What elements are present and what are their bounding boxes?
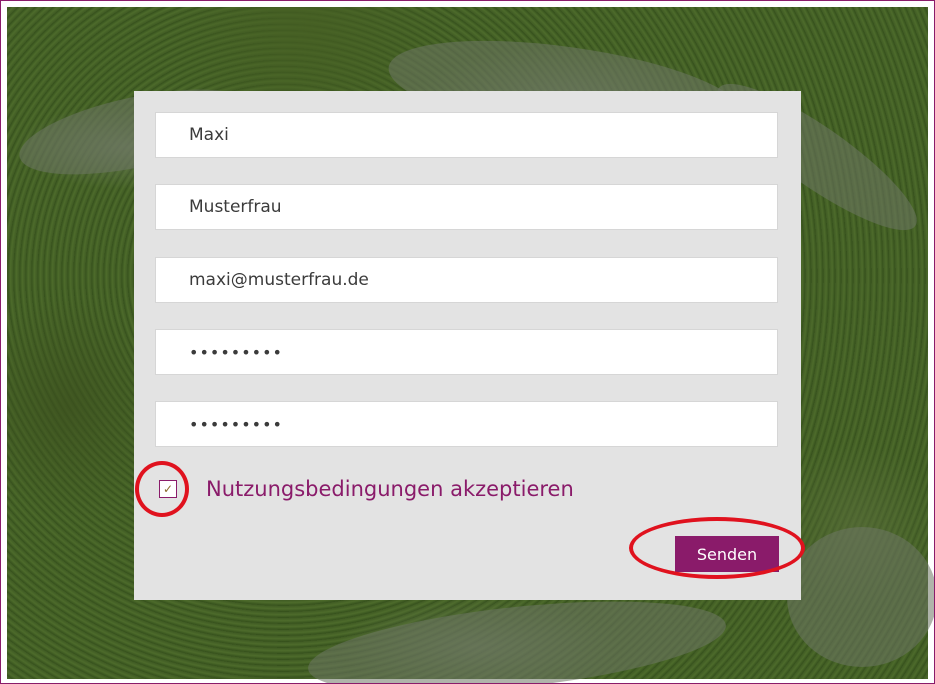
password-confirm-field[interactable]: ••••••••• bbox=[155, 401, 778, 447]
last-name-field[interactable]: Musterfrau bbox=[155, 184, 778, 230]
first-name-value: Maxi bbox=[189, 125, 229, 145]
terms-checkbox[interactable]: ✓ bbox=[159, 480, 177, 498]
send-button-label: Senden bbox=[696, 544, 758, 564]
last-name-value: Musterfrau bbox=[189, 197, 282, 217]
email-value: maxi@musterfrau.de bbox=[189, 270, 369, 290]
send-button[interactable]: Senden bbox=[675, 536, 779, 572]
screenshot-frame: Maxi Musterfrau maxi@musterfrau.de •••••… bbox=[0, 0, 935, 684]
check-mark-icon: ✓ bbox=[162, 482, 174, 496]
password-value: ••••••••• bbox=[189, 342, 283, 362]
first-name-field[interactable]: Maxi bbox=[155, 112, 778, 158]
terms-label[interactable]: Nutzungsbedingungen akzeptieren bbox=[206, 477, 574, 501]
registration-form: Maxi Musterfrau maxi@musterfrau.de •••••… bbox=[134, 91, 801, 600]
email-field[interactable]: maxi@musterfrau.de bbox=[155, 257, 778, 303]
password-confirm-value: ••••••••• bbox=[189, 414, 283, 434]
password-field[interactable]: ••••••••• bbox=[155, 329, 778, 375]
